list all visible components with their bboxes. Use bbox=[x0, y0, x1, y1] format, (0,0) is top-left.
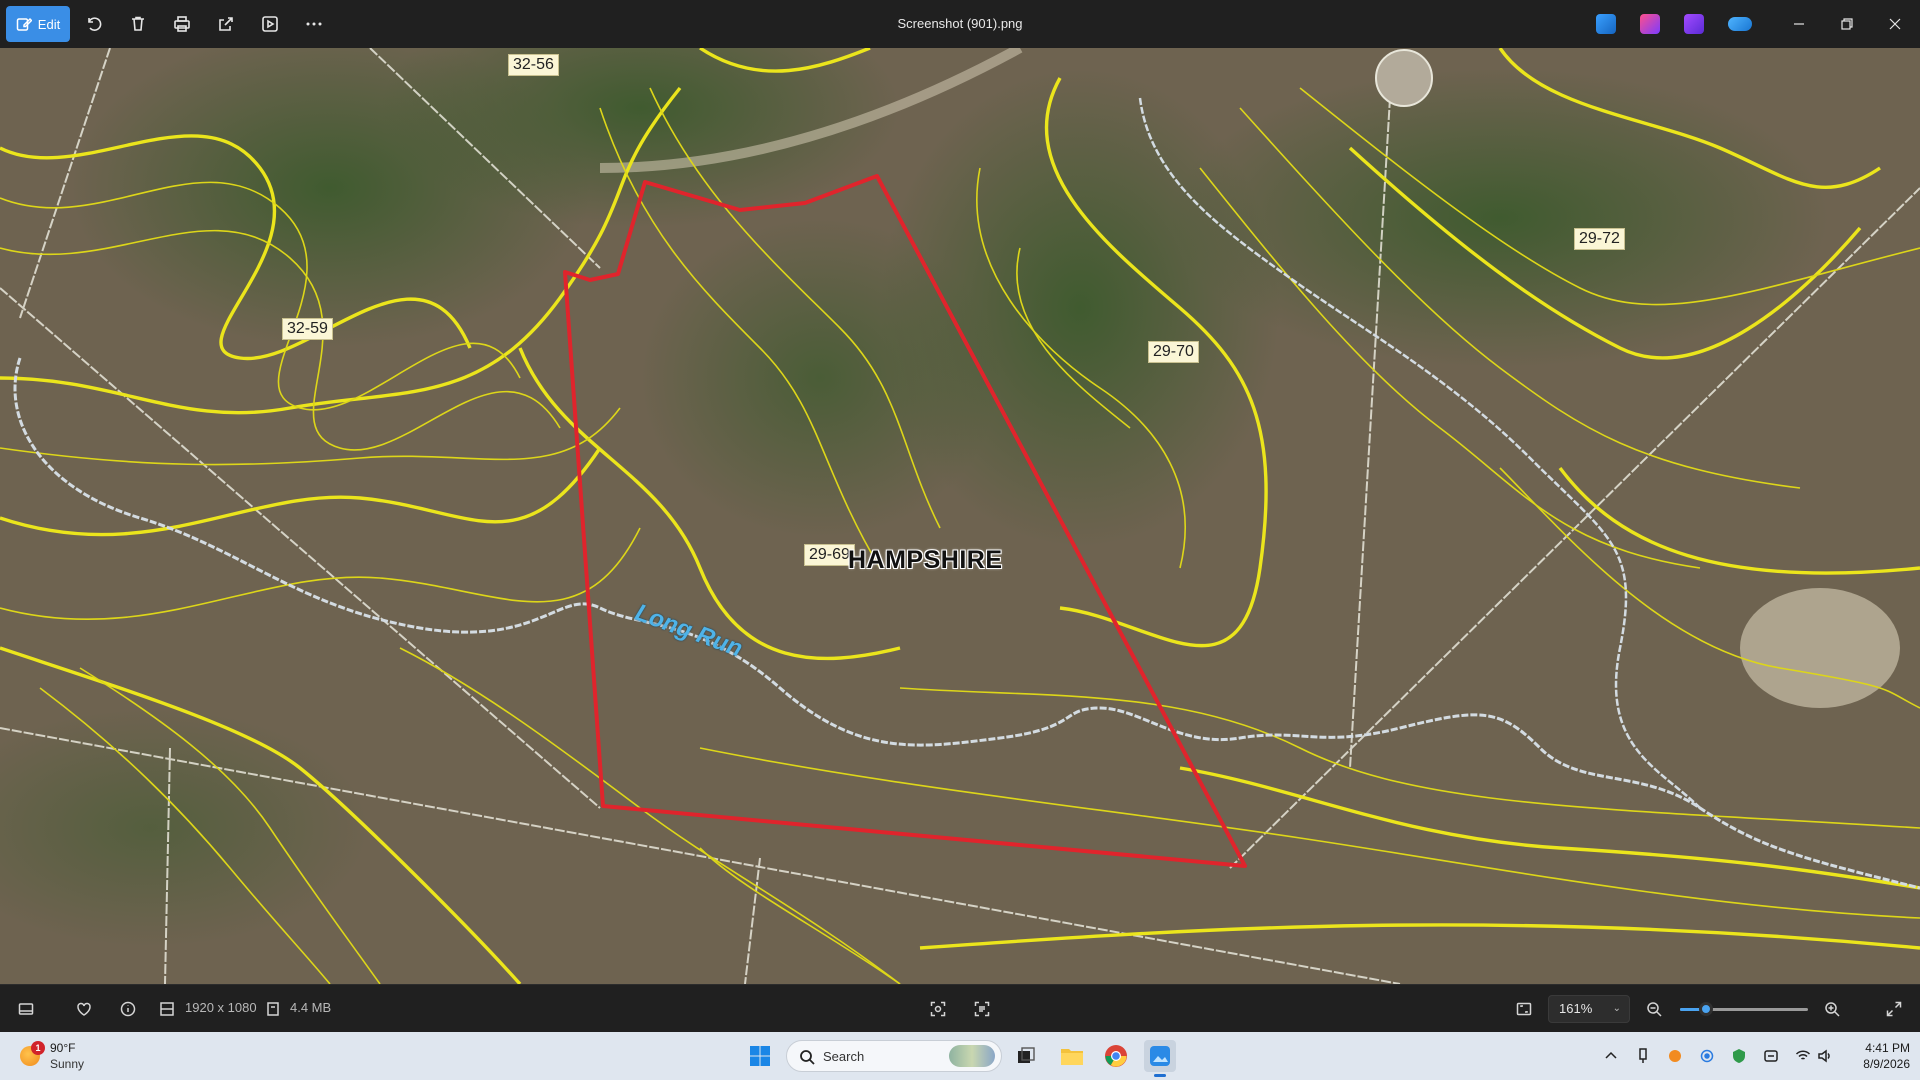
volume-icon[interactable] bbox=[1815, 1046, 1835, 1066]
zoom-level-dropdown[interactable]: 161% ⌄ bbox=[1548, 995, 1630, 1023]
meet-tray-icon[interactable] bbox=[1761, 1046, 1781, 1066]
expand-icon bbox=[1886, 1001, 1902, 1017]
close-button[interactable] bbox=[1872, 0, 1918, 48]
taskbar: 1 90°F Sunny Search 4:41 PM 8/9/2026 bbox=[0, 1032, 1920, 1080]
chevron-up-icon bbox=[1605, 1051, 1617, 1059]
restore-button[interactable] bbox=[1824, 0, 1870, 48]
more-icon bbox=[306, 22, 322, 26]
share-button[interactable] bbox=[208, 6, 244, 42]
security-tray-icon[interactable] bbox=[1729, 1046, 1749, 1066]
slideshow-icon bbox=[262, 16, 278, 32]
file-size: 4.4 MB bbox=[290, 1000, 332, 1015]
onedrive-icon[interactable] bbox=[1728, 17, 1752, 31]
sync-tray-icon[interactable] bbox=[1697, 1046, 1717, 1066]
zoom-out-button[interactable] bbox=[1642, 997, 1666, 1021]
aerial-map bbox=[0, 48, 1920, 984]
clock-date: 8/9/2026 bbox=[1863, 1057, 1910, 1071]
window-title: Screenshot (901).png bbox=[897, 16, 1023, 31]
start-button[interactable] bbox=[744, 1040, 776, 1072]
system-clock[interactable]: 4:41 PM 8/9/2026 bbox=[1834, 1040, 1910, 1072]
search-highlight-image bbox=[949, 1045, 995, 1067]
image-canvas[interactable]: 32-56 32-59 29-72 29-70 29-69 HAMPSHIRE … bbox=[0, 48, 1920, 984]
clipchamp-video-icon[interactable] bbox=[1684, 14, 1704, 34]
folder-icon bbox=[1061, 1049, 1083, 1065]
more-button[interactable] bbox=[296, 6, 332, 42]
print-icon bbox=[174, 16, 190, 32]
search-icon bbox=[800, 1050, 815, 1065]
file-info-button[interactable] bbox=[116, 997, 140, 1021]
title-bar: Edit Screenshot (901).png bbox=[0, 0, 1920, 48]
zoom-slider[interactable] bbox=[1680, 1002, 1808, 1016]
search-label: Search bbox=[823, 1049, 865, 1064]
show-hidden-icons-button[interactable] bbox=[1601, 1046, 1621, 1066]
chrome-button[interactable] bbox=[1100, 1040, 1132, 1072]
delete-icon bbox=[132, 16, 144, 31]
edit-button-label: Edit bbox=[37, 16, 61, 32]
zoom-in-icon bbox=[1825, 1002, 1840, 1017]
delete-button[interactable] bbox=[120, 6, 156, 42]
task-view-button[interactable] bbox=[1010, 1040, 1042, 1072]
dimensions-icon bbox=[158, 997, 176, 1021]
region-label: HAMPSHIRE bbox=[848, 546, 1003, 574]
clock-time: 4:41 PM bbox=[1865, 1041, 1910, 1055]
parcel-label: 29-70 bbox=[1148, 341, 1199, 363]
file-size-icon bbox=[264, 997, 282, 1021]
minimize-button[interactable] bbox=[1776, 0, 1822, 48]
notification-badge: 1 bbox=[31, 1041, 45, 1055]
taskbar-search[interactable]: Search bbox=[786, 1040, 1002, 1072]
scan-text-icon bbox=[974, 1001, 990, 1017]
zoom-slider-thumb[interactable] bbox=[1698, 1002, 1713, 1016]
active-app-indicator bbox=[1154, 1074, 1166, 1077]
parcel-label: 29-72 bbox=[1574, 228, 1625, 250]
fit-to-window-button[interactable] bbox=[1512, 997, 1536, 1021]
filmstrip-icon bbox=[18, 1003, 34, 1015]
fit-window-icon bbox=[1516, 1002, 1532, 1016]
visual-search-icon bbox=[930, 1001, 946, 1017]
windows-logo-icon bbox=[750, 1046, 770, 1066]
weather-temperature: 90°F bbox=[50, 1041, 76, 1055]
usb-device-icon[interactable] bbox=[1633, 1046, 1653, 1066]
edit-button[interactable]: Edit bbox=[6, 6, 70, 42]
close-icon bbox=[1889, 18, 1901, 30]
task-view-icon bbox=[1018, 1047, 1035, 1063]
weather-condition: Sunny bbox=[50, 1057, 85, 1071]
chevron-down-icon: ⌄ bbox=[1612, 1003, 1621, 1014]
designer-icon[interactable] bbox=[1640, 14, 1660, 34]
weather-widget[interactable]: 1 90°F Sunny bbox=[18, 1038, 128, 1074]
wifi-icon[interactable] bbox=[1793, 1046, 1813, 1066]
clipchamp-icon[interactable] bbox=[1596, 14, 1616, 34]
file-explorer-button[interactable] bbox=[1056, 1040, 1088, 1072]
app-tray-icon[interactable] bbox=[1665, 1046, 1685, 1066]
parcel-label: 32-59 bbox=[282, 318, 333, 340]
chrome-icon bbox=[1105, 1045, 1127, 1067]
share-icon bbox=[219, 17, 233, 31]
rotate-icon bbox=[88, 17, 102, 31]
restore-icon bbox=[1841, 18, 1853, 30]
fullscreen-button[interactable] bbox=[1882, 997, 1906, 1021]
zoom-out-icon bbox=[1647, 1002, 1662, 1017]
zoom-in-button[interactable] bbox=[1820, 997, 1844, 1021]
heart-icon bbox=[77, 1002, 91, 1016]
slideshow-button[interactable] bbox=[252, 6, 288, 42]
viewer-status-bar: 1920 x 1080 4.4 MB 161% ⌄ bbox=[0, 984, 1920, 1032]
image-dimensions: 1920 x 1080 bbox=[185, 1000, 257, 1015]
zoom-level-value: 161% bbox=[1559, 1001, 1593, 1016]
minimize-icon bbox=[1794, 23, 1804, 25]
photos-icon bbox=[1150, 1046, 1170, 1066]
parcel-label: 32-56 bbox=[508, 54, 559, 76]
rotate-button[interactable] bbox=[76, 6, 112, 42]
filmstrip-button[interactable] bbox=[14, 997, 38, 1021]
edit-icon bbox=[16, 17, 32, 31]
favorite-button[interactable] bbox=[72, 997, 96, 1021]
visual-search-button[interactable] bbox=[926, 997, 950, 1021]
photos-app-button[interactable] bbox=[1144, 1040, 1176, 1072]
print-button[interactable] bbox=[164, 6, 200, 42]
info-icon bbox=[120, 1001, 136, 1017]
scan-text-button[interactable] bbox=[970, 997, 994, 1021]
